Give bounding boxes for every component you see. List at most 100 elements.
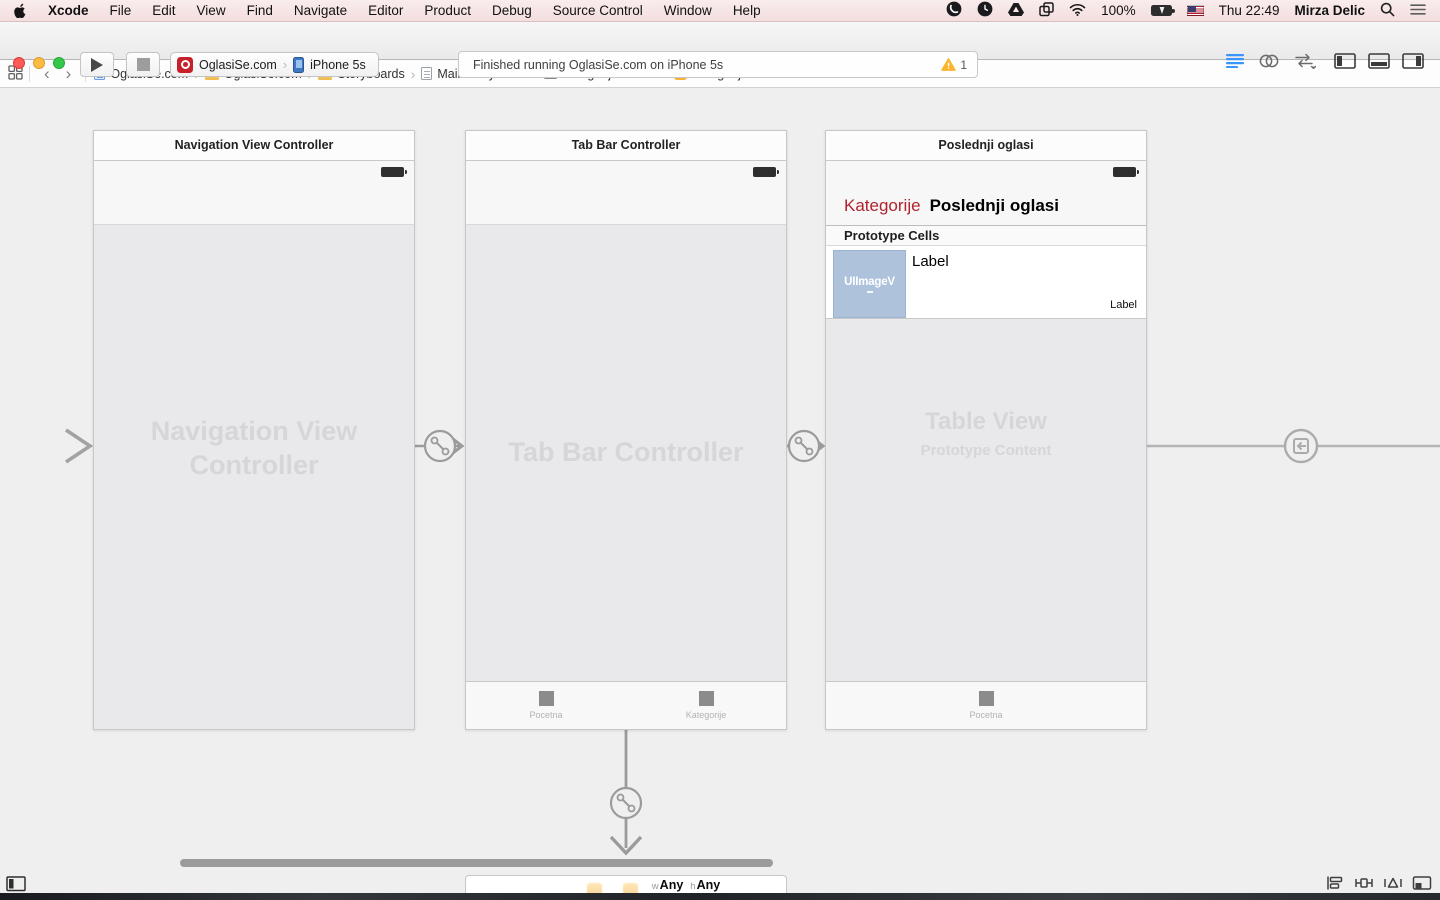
breadcrumb-separator: › [407, 66, 420, 82]
scene-dock-icon [587, 883, 602, 893]
horizontal-scrollbar[interactable] [180, 859, 773, 867]
scene-header[interactable]: Poslednji oglasi [826, 131, 1146, 161]
menu-item-source-control[interactable]: Source Control [553, 3, 643, 18]
simulated-tab-bar: Pocetna [826, 681, 1146, 729]
wifi-icon[interactable] [1069, 3, 1086, 19]
apple-menu-icon[interactable] [14, 4, 27, 18]
menu-item-view[interactable]: View [197, 3, 226, 18]
menu-item-debug[interactable]: Debug [492, 3, 532, 18]
battery-percent: 100% [1101, 3, 1136, 18]
stop-button[interactable] [126, 52, 160, 77]
scene-navigation-view-controller[interactable]: Navigation View Controller Navigation Vi… [93, 130, 415, 730]
battery-indicator-icon [381, 167, 404, 177]
navigator-panel-toggle[interactable] [1334, 53, 1356, 69]
tab-item-label: Pocetna [969, 710, 1002, 720]
scheme-selector[interactable]: OglasiSe.com › iPhone 5s [170, 52, 379, 77]
sync-app-icon[interactable] [1039, 2, 1054, 20]
tab-item-icon [539, 691, 554, 706]
pin-button[interactable] [1354, 875, 1374, 893]
tab-bar-item-pocetna[interactable]: Pocetna [826, 682, 1146, 729]
menu-item-editor[interactable]: Editor [368, 3, 403, 18]
scene-tab-bar-controller[interactable]: Tab Bar Controller Tab Bar Controller Po… [465, 130, 787, 730]
prototype-cells-header: Prototype Cells [826, 226, 1146, 246]
warning-count: 1 [960, 58, 967, 72]
navigation-bar-title[interactable]: Poslednji oglasi [930, 196, 1059, 216]
initial-view-controller-arrow[interactable] [0, 430, 90, 462]
debug-area-toggle[interactable] [1368, 53, 1390, 69]
simulated-navigation-bar[interactable]: Kategorije Poslednji oglasi [826, 161, 1146, 226]
battery-indicator-icon [1113, 167, 1136, 177]
standard-editor-button[interactable] [1226, 54, 1244, 68]
battery-icon [1151, 5, 1172, 16]
align-button[interactable] [1325, 875, 1345, 893]
document-outline-toggle[interactable] [6, 876, 26, 893]
scene-partial-bottom[interactable] [465, 875, 787, 893]
viber-icon[interactable] [946, 1, 962, 20]
segue-tabbar-to-table[interactable] [787, 431, 823, 461]
simulated-status-bar [94, 161, 414, 225]
menu-item-window[interactable]: Window [664, 3, 712, 18]
assistant-editor-button[interactable] [1259, 54, 1279, 68]
run-button[interactable] [80, 52, 114, 77]
resizing-behavior-button[interactable] [1412, 875, 1432, 893]
spotlight-search-icon[interactable] [1380, 2, 1395, 20]
height-value: Any [697, 878, 721, 892]
clock-app-icon[interactable] [977, 1, 993, 20]
tab-item-icon [699, 691, 714, 706]
segue-nav-to-tabbar[interactable] [415, 431, 462, 461]
notification-center-icon[interactable] [1410, 3, 1426, 19]
table-view[interactable]: Table View Prototype Content [826, 319, 1146, 681]
warning-badge[interactable]: 1 [941, 58, 967, 72]
tab-bar-controller-view[interactable]: Tab Bar Controller [466, 225, 786, 681]
storyboard-canvas[interactable]: Navigation View Controller Navigation Vi… [0, 88, 1440, 893]
warning-icon [941, 58, 956, 71]
window-minimize-button[interactable] [33, 57, 45, 69]
iphone-device-icon [293, 57, 304, 73]
scheme-separator: › [283, 57, 287, 72]
size-class-control[interactable]: wAny hAny [652, 876, 720, 893]
navigation-controller-view[interactable]: Navigation View Controller [94, 225, 414, 729]
scene-poslednji-oglasi[interactable]: Poslednji oglasi Kategorije Poslednji og… [825, 130, 1147, 730]
table-view-ghost-title: Table View [826, 407, 1146, 437]
menu-clock[interactable]: Thu 22:49 [1219, 3, 1280, 18]
back-bar-button[interactable]: Kategorije [844, 196, 921, 216]
battery-indicator-icon [753, 167, 776, 177]
app-scheme-icon [177, 57, 193, 73]
ghost-label: Navigation View Controller [94, 415, 414, 483]
cell-title-label[interactable]: Label [912, 253, 949, 270]
input-language-flag-icon[interactable] [1187, 5, 1204, 16]
interface-builder-buttons [1325, 875, 1432, 893]
menu-item-help[interactable]: Help [733, 3, 761, 18]
menu-item-file[interactable]: File [110, 3, 132, 18]
resolve-auto-layout-button[interactable] [1383, 875, 1403, 893]
window-close-button[interactable] [13, 57, 25, 69]
version-editor-button[interactable] [1294, 53, 1316, 69]
utilities-panel-toggle[interactable] [1402, 53, 1424, 69]
segue-tabbar-down[interactable] [611, 730, 641, 853]
menu-item-navigate[interactable]: Navigate [294, 3, 347, 18]
stop-icon [137, 58, 150, 71]
tab-item-icon [979, 691, 994, 706]
prototype-table-cell[interactable]: UIImageV Label Label [826, 246, 1146, 319]
scene-header[interactable]: Tab Bar Controller [466, 131, 786, 161]
cell-image-view[interactable]: UIImageV [833, 250, 906, 318]
image-view-placeholder-dash [867, 291, 873, 293]
tab-bar-item-pocetna[interactable]: Pocetna [466, 682, 626, 729]
menu-item-product[interactable]: Product [424, 3, 471, 18]
menu-item-edit[interactable]: Edit [152, 3, 175, 18]
menu-item-find[interactable]: Find [247, 3, 273, 18]
window-zoom-button[interactable] [53, 57, 65, 69]
scheme-app-name[interactable]: OglasiSe.com [199, 58, 277, 72]
segue-table-to-offscreen[interactable] [1147, 430, 1440, 462]
xcode-toolbar: OglasiSe.com › iPhone 5s Finished runnin… [0, 22, 1440, 60]
divider [29, 66, 30, 82]
google-drive-icon[interactable] [1008, 2, 1024, 19]
desktop-wallpaper [0, 893, 1440, 900]
menu-item-xcode[interactable]: Xcode [48, 3, 89, 18]
scheme-device-name[interactable]: iPhone 5s [310, 58, 366, 72]
tab-bar-item-kategorije[interactable]: Kategorije [626, 682, 786, 729]
user-menu[interactable]: Mirza Delic [1294, 3, 1365, 18]
image-view-placeholder-label: UIImageV [844, 276, 895, 288]
scene-header[interactable]: Navigation View Controller [94, 131, 414, 161]
cell-detail-label[interactable]: Label [1110, 299, 1137, 311]
